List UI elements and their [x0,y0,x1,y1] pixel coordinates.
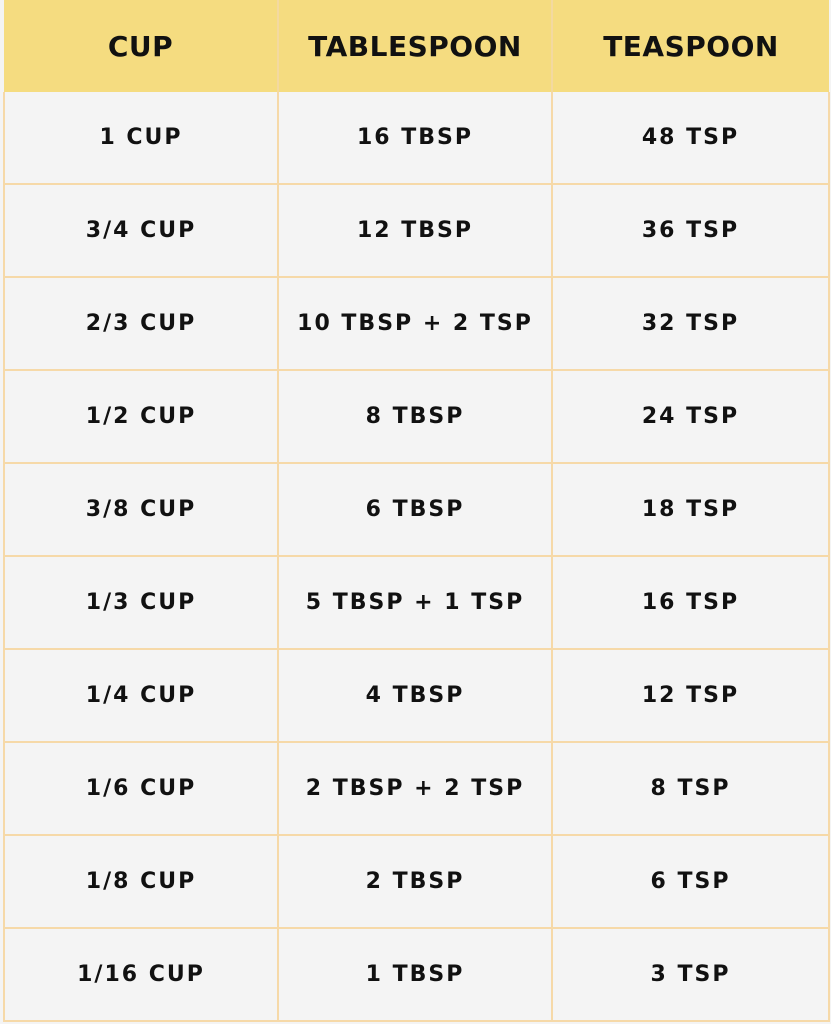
cup-cell: 1/2 CUP [3,370,279,464]
header-row: CUP TABLESPOON TEASPOON [4,0,829,92]
cup-cell: 3/8 CUP [3,463,279,557]
tablespoon-cell: 16 TBSP [278,92,553,185]
table-row: 3/4 CUP 12 TBSP 36 TSP [3,184,830,278]
tablespoon-cell: 5 TBSP + 1 TSP [278,556,553,650]
tablespoon-cell: 2 TBSP [278,835,553,929]
teaspoon-cell: 36 TSP [552,184,830,278]
teaspoon-cell: 32 TSP [552,277,830,371]
teaspoon-cell: 12 TSP [552,649,830,743]
table-row: 3/8 CUP 6 TBSP 18 TSP [3,463,830,557]
tablespoon-cell: 4 TBSP [278,649,553,743]
tablespoon-cell: 8 TBSP [278,370,553,464]
teaspoon-cell: 3 TSP [552,928,830,1022]
tablespoon-cell: 6 TBSP [278,463,553,557]
teaspoon-cell: 48 TSP [552,92,830,185]
table-row: 1 CUP 16 TBSP 48 TSP [3,92,830,185]
cup-cell: 3/4 CUP [3,184,279,278]
table-row: 1/16 CUP 1 TBSP 3 TSP [3,928,830,1022]
table-row: 1/3 CUP 5 TBSP + 1 TSP 16 TSP [3,556,830,650]
tablespoon-cell: 1 TBSP [278,928,553,1022]
cup-cell: 2/3 CUP [3,277,279,371]
table-row: 1/2 CUP 8 TBSP 24 TSP [3,370,830,464]
teaspoon-cell: 8 TSP [552,742,830,836]
tablespoon-cell: 12 TBSP [278,184,553,278]
cup-cell: 1/4 CUP [3,649,279,743]
table-row: 1/4 CUP 4 TBSP 12 TSP [3,649,830,743]
conversion-table: CUP TABLESPOON TEASPOON 1 CUP 16 TBSP 48 T… [3,0,830,1022]
cup-cell: 1/16 CUP [3,928,279,1022]
teaspoon-cell: 18 TSP [552,463,830,557]
table-row: 1/8 CUP 2 TBSP 6 TSP [3,835,830,929]
cup-cell: 1/6 CUP [3,742,279,836]
header-tablespoon: TABLESPOON [278,0,553,92]
table-body: 1 CUP 16 TBSP 48 TSP 3/4 CUP 12 TBSP 36 TSP 2/… [3,92,830,1022]
tablespoon-cell: 2 TBSP + 2 TSP [278,742,553,836]
cup-cell: 1/3 CUP [3,556,279,650]
teaspoon-cell: 6 TSP [552,835,830,929]
table-row: 2/3 CUP 10 TBSP + 2 TSP 32 TSP [3,277,830,371]
tablespoon-cell: 10 TBSP + 2 TSP [278,277,553,371]
teaspoon-cell: 24 TSP [552,370,830,464]
teaspoon-cell: 16 TSP [552,556,830,650]
cup-cell: 1 CUP [3,92,279,185]
header-cup: CUP [4,0,279,92]
cup-cell: 1/8 CUP [3,835,279,929]
table-row: 1/6 CUP 2 TBSP + 2 TSP 8 TSP [3,742,830,836]
header-teaspoon: TEASPOON [552,0,829,92]
